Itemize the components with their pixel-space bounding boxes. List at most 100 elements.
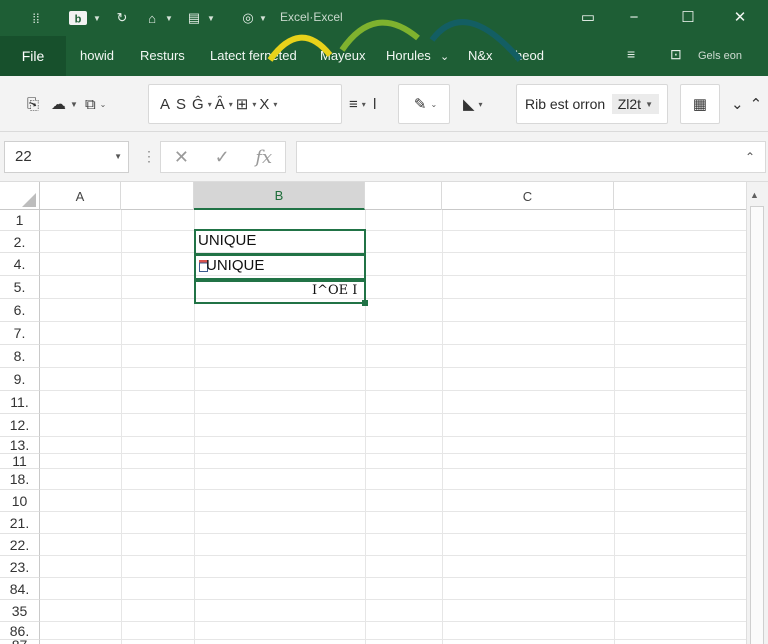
format-painter-icon[interactable]: ⧉ (82, 92, 99, 116)
row-header[interactable]: 18. (0, 469, 40, 490)
row-header[interactable]: 22. (0, 534, 40, 556)
cloud-icon[interactable]: ☁ (48, 92, 69, 116)
font-group: A S Ĝ ▾ Ȃ ▾ ⊞ ▾ X ▾ (148, 84, 342, 124)
row-header[interactable]: 87 (0, 637, 40, 644)
style-label[interactable]: Rib est orron (525, 96, 605, 112)
brush-icon[interactable]: ǀ (370, 92, 380, 116)
row-header[interactable]: 21. (0, 512, 40, 534)
comments-icon[interactable]: ≡ (627, 46, 635, 62)
fill-handle[interactable] (362, 300, 368, 306)
menu-tab-4[interactable]: Mayeux (320, 48, 366, 63)
ribbon-display-icon[interactable]: ▭ (568, 4, 608, 30)
cell-selection-b4 (194, 254, 366, 280)
cell-selection-b5 (194, 280, 366, 304)
column-header-blank[interactable] (121, 182, 194, 210)
menu-tab-7[interactable]: heod (515, 48, 544, 63)
name-box[interactable]: 22 ▼ (4, 141, 129, 173)
enter-button[interactable]: ✓ (215, 147, 230, 168)
account-label[interactable]: Gels eon (698, 50, 742, 62)
excel-logo-icon: b (66, 7, 90, 29)
row-gridline (40, 230, 746, 231)
select-all-button[interactable] (0, 182, 40, 210)
menu-tab-1[interactable]: howid (80, 48, 114, 63)
row-gridline (40, 511, 746, 512)
menu-tab-5[interactable]: Horules (386, 48, 431, 63)
row-gridline (40, 321, 746, 322)
paste-icon[interactable]: ⎘ (24, 92, 42, 116)
chevron-down-icon[interactable]: ▼ (164, 7, 174, 29)
row-header[interactable]: 13. (0, 437, 40, 454)
row-header[interactable]: 11. (0, 391, 40, 414)
row-header[interactable]: 6. (0, 299, 40, 322)
chevron-down-icon[interactable]: ▼ (92, 7, 102, 29)
cancel-button[interactable]: ✕ (174, 147, 189, 168)
column-header-blank[interactable] (614, 182, 746, 210)
column-header-a[interactable]: A (40, 182, 121, 210)
text-direction-button[interactable]: X (256, 92, 272, 116)
row-header[interactable]: 7. (0, 322, 40, 345)
borders-icon[interactable]: ⊞ (233, 92, 252, 116)
row-header[interactable]: 1 (0, 210, 40, 231)
chevron-down-icon[interactable]: ▼ (114, 152, 122, 161)
row-header[interactable]: 84. (0, 578, 40, 600)
row-header[interactable]: 12. (0, 414, 40, 437)
row-header[interactable]: 23. (0, 556, 40, 578)
scroll-up-icon[interactable]: ▲ (750, 190, 759, 200)
chevron-down-icon[interactable]: ⌄ (728, 92, 747, 116)
row-header[interactable]: 10 (0, 490, 40, 512)
chevron-up-icon[interactable]: ⌃ (745, 150, 755, 164)
align-icon[interactable]: ≡ (346, 92, 361, 116)
title-bar: ⁞⁞ b ▼ ↻ ⌂ ▼ ▤ ▼ ◎ ▼ Excel·Excel ▭ − ☐ ✕ (0, 0, 768, 36)
undo-icon[interactable]: ↻ (112, 7, 132, 29)
layout-icon[interactable]: ▤ (184, 7, 204, 29)
font-s-button[interactable]: S (173, 92, 189, 116)
chevron-down-icon[interactable]: ▼ (258, 7, 268, 29)
menu-file[interactable]: File (0, 36, 66, 76)
excel-window: ⁞⁞ b ▼ ↻ ⌂ ▼ ▤ ▼ ◎ ▼ Excel·Excel ▭ − ☐ ✕… (0, 0, 768, 644)
maximize-button[interactable]: ☐ (668, 4, 708, 30)
row-header[interactable]: 2. (0, 231, 40, 253)
row-header[interactable]: 11 (0, 453, 40, 469)
scrollbar-thumb[interactable] (750, 206, 764, 644)
row-header[interactable]: 8. (0, 345, 40, 368)
column-header-c[interactable]: C (442, 182, 614, 210)
vertical-scrollbar[interactable]: ▲ (746, 182, 768, 644)
menu-bar: File howid Resturs Latect ferneted Mayeu… (0, 36, 768, 76)
ribbon-collapse: ⌄ ⌃ (728, 84, 765, 124)
row-gridline (40, 533, 746, 534)
row-header[interactable]: 4. (0, 253, 40, 276)
insert-function-button[interactable]: fx (255, 147, 272, 168)
row-gridline (40, 639, 746, 640)
font-a-button[interactable]: A (157, 92, 173, 116)
size-dropdown[interactable]: Zl2t ▼ (611, 94, 659, 114)
column-header-blank[interactable] (365, 182, 442, 210)
minimize-button[interactable]: − (614, 4, 654, 30)
column-header-b[interactable]: B (194, 182, 365, 210)
row-header[interactable]: 35 (0, 600, 40, 622)
insert-icon[interactable]: ◣ (460, 92, 478, 116)
grid-icon[interactable]: ⁞⁞ (26, 7, 46, 29)
name-box-value: 22 (15, 148, 32, 165)
chevron-up-icon[interactable]: ⌃ (747, 92, 766, 116)
menu-tab-2[interactable]: Resturs (140, 48, 185, 63)
row-gridline (40, 344, 746, 345)
formula-input[interactable]: ⌃ (296, 141, 766, 173)
conditional-format-icon[interactable]: ✎ (411, 92, 430, 116)
share-icon[interactable]: ⊡ (670, 46, 682, 63)
chevron-down-icon[interactable]: ⌄ (440, 50, 449, 63)
table-icon[interactable]: ▦ (690, 92, 710, 116)
menu-tab-6[interactable]: N&x (468, 48, 493, 63)
row-gridline (40, 555, 746, 556)
font-g-button[interactable]: Ĝ (189, 92, 207, 116)
worksheet-grid[interactable]: A B C 1 2. 4. 5. 6. 7. 8. 9. 11. 12. 13. 11 18. 10 21.… (0, 182, 768, 644)
more-icon[interactable]: ⋮ (142, 148, 156, 165)
customize-icon[interactable]: ◎ (238, 7, 258, 29)
close-button[interactable]: ✕ (720, 4, 760, 30)
chevron-down-icon[interactable]: ▼ (206, 7, 216, 29)
menu-tab-3[interactable]: Latect ferneted (210, 48, 297, 63)
row-header[interactable]: 5. (0, 276, 40, 299)
font-color-button[interactable]: Ȃ (212, 92, 228, 116)
row-header[interactable]: 9. (0, 368, 40, 391)
ribbon: ⎘ ☁ ▼ ⧉ ⌄ A S Ĝ ▾ Ȃ ▾ ⊞ ▾ X ▾ ≡ ▾ ǀ ✎ ⌄ ◣ ▾ Rib e… (0, 76, 768, 132)
bell-icon[interactable]: ⌂ (142, 7, 162, 29)
